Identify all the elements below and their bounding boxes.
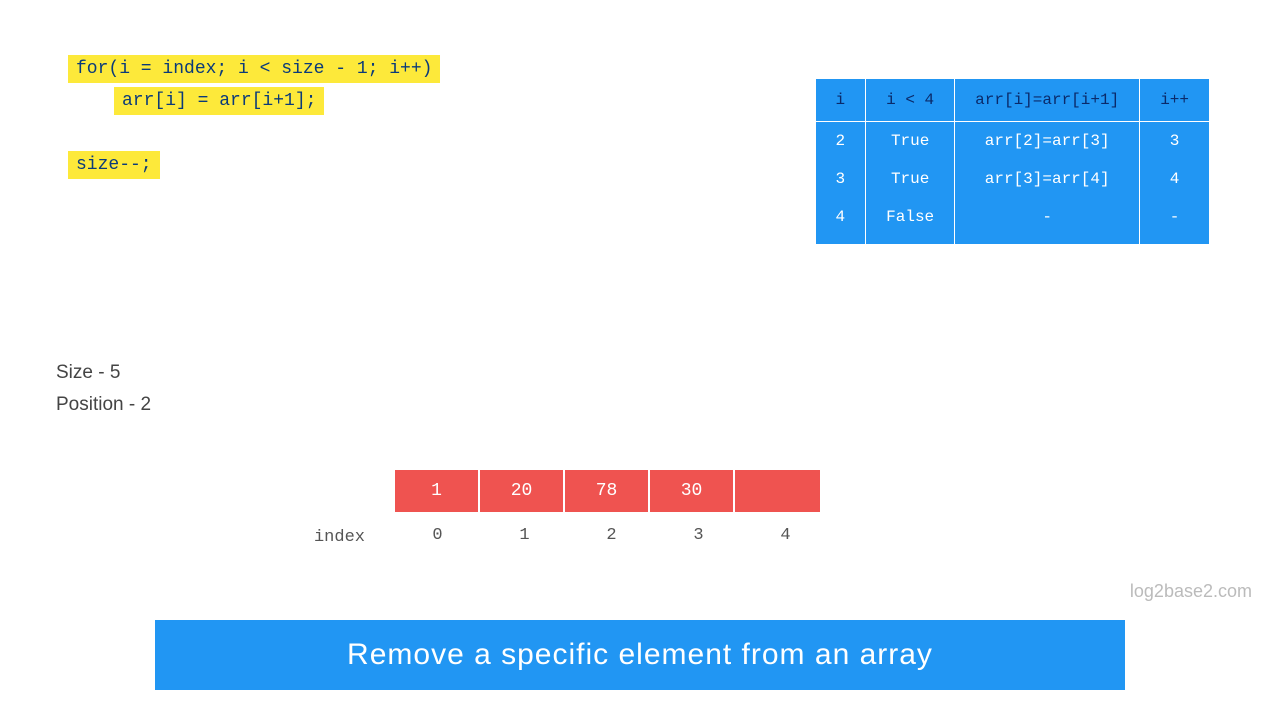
trace-cell: arr[2]=arr[3] <box>955 122 1140 161</box>
trace-row: 3 True arr[3]=arr[4] 4 <box>815 160 1209 198</box>
array-visual: index 1 20 78 30 0 1 2 3 4 <box>395 470 828 545</box>
array-cell: 20 <box>480 470 565 512</box>
trace-header-row: i i < 4 arr[i]=arr[i+1] i++ <box>815 79 1209 122</box>
trace-header: i < 4 <box>866 79 955 122</box>
array-cell: 30 <box>650 470 735 512</box>
array-index: 2 <box>569 526 654 545</box>
trace-cell: 4 <box>815 198 866 244</box>
watermark: log2base2.com <box>1130 581 1252 602</box>
index-label: index <box>314 528 365 547</box>
array-index: 1 <box>482 526 567 545</box>
trace-cell: arr[3]=arr[4] <box>955 160 1140 198</box>
array-index: 3 <box>656 526 741 545</box>
title-banner: Remove a specific element from an array <box>155 620 1125 690</box>
trace-cell: 3 <box>1140 122 1210 161</box>
code-block: for(i = index; i < size - 1; i++) arr[i]… <box>68 55 440 183</box>
code-line-size: size--; <box>68 151 160 179</box>
array-cell <box>735 470 820 512</box>
array-cell: 1 <box>395 470 480 512</box>
trace-row: 2 True arr[2]=arr[3] 3 <box>815 122 1209 161</box>
array-index: 4 <box>743 526 828 545</box>
trace-cell: 4 <box>1140 160 1210 198</box>
trace-cell: 2 <box>815 122 866 161</box>
array-cells: 1 20 78 30 <box>395 470 828 512</box>
trace-cell: - <box>1140 198 1210 244</box>
trace-cell: True <box>866 160 955 198</box>
trace-header: i <box>815 79 866 122</box>
array-cell: 78 <box>565 470 650 512</box>
code-line-for: for(i = index; i < size - 1; i++) <box>68 55 440 83</box>
trace-header: i++ <box>1140 79 1210 122</box>
info-block: Size - 5 Position - 2 <box>56 362 151 426</box>
trace-cell: 3 <box>815 160 866 198</box>
info-position: Position - 2 <box>56 394 151 416</box>
array-index: 0 <box>395 526 480 545</box>
trace-header: arr[i]=arr[i+1] <box>955 79 1140 122</box>
trace-cell: - <box>955 198 1140 244</box>
trace-cell: True <box>866 122 955 161</box>
trace-row: 4 False - - <box>815 198 1209 244</box>
trace-cell: False <box>866 198 955 244</box>
info-size: Size - 5 <box>56 362 151 384</box>
code-line-body: arr[i] = arr[i+1]; <box>114 87 324 115</box>
trace-table: i i < 4 arr[i]=arr[i+1] i++ 2 True arr[2… <box>815 78 1210 244</box>
array-indices: 0 1 2 3 4 <box>395 526 828 545</box>
